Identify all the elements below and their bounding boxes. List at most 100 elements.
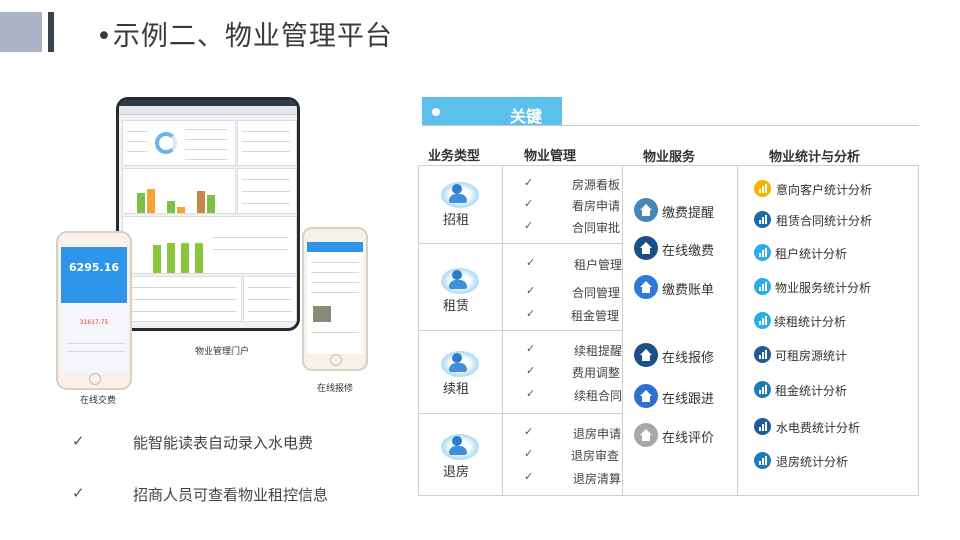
check-icon: ✓ (524, 176, 534, 189)
sub-amount: 31617.75 (79, 319, 109, 326)
bullet-text: 能智能读表自动录入水电费 (133, 434, 314, 452)
home-button (330, 354, 342, 366)
balance-amount: 6295.16 (68, 261, 120, 274)
key-divider (422, 125, 919, 126)
management-item: 看房申请 (572, 199, 621, 213)
column-header-service: 物业服务 (643, 150, 696, 165)
check-icon: ✓ (524, 197, 534, 210)
tablet-portal-mockup (116, 97, 300, 331)
user-icon (441, 182, 479, 208)
service-label: 在线评价 (662, 431, 715, 446)
check-icon: ✓ (72, 432, 85, 450)
management-item: 续租提醒 (574, 344, 622, 358)
photo-thumbnail (313, 306, 331, 322)
stats-chart-icon (754, 180, 771, 197)
portal-caption: 物业管理门户 (195, 347, 250, 357)
detail-panel (243, 276, 297, 322)
statistics-label: 租户统计分析 (775, 247, 848, 261)
column-header-type: 业务类型 (428, 149, 481, 164)
header-accent-bar (48, 12, 54, 52)
payment-phone-screen: 6295.16 31617.75 (61, 247, 127, 372)
check-icon: ✓ (526, 387, 536, 400)
home-icon (634, 198, 658, 222)
row-divider (418, 413, 622, 414)
home-icon (634, 343, 658, 367)
bar-chart-panel (122, 168, 236, 214)
tablet-navbar (119, 106, 297, 115)
home-button (89, 373, 101, 385)
column-divider (622, 165, 623, 496)
management-item: 租户管理 (574, 258, 622, 272)
check-icon: ✓ (526, 342, 536, 355)
repair-header (307, 242, 363, 252)
check-icon: ✓ (524, 219, 534, 232)
bullet-dot-icon (432, 108, 440, 116)
statistics-label: 水电费统计分析 (776, 421, 861, 435)
statistics-label: 租金统计分析 (775, 384, 848, 398)
column-divider (737, 165, 738, 496)
service-label: 缴费提醒 (662, 206, 715, 221)
service-label: 缴费账单 (662, 283, 715, 298)
management-item: 续租合同 (574, 389, 622, 403)
key-tab-label: 关键 (510, 107, 543, 126)
payment-phone-mockup: 6295.16 31617.75 (56, 231, 132, 390)
check-icon: ✓ (72, 484, 85, 502)
donut-chart-icon (155, 132, 177, 154)
check-icon: ✓ (526, 307, 536, 320)
stats-chart-icon (754, 346, 771, 363)
bullet-text: 招商人员可查看物业租控信息 (133, 486, 329, 504)
stats-chart-icon (754, 312, 771, 329)
statistics-label: 物业服务统计分析 (775, 281, 872, 295)
column-header-statistics: 物业统计与分析 (769, 150, 861, 165)
home-icon (634, 236, 658, 260)
home-icon (634, 275, 658, 299)
user-icon (441, 268, 479, 294)
balance-header: 6295.16 (61, 247, 127, 303)
service-label: 在线缴费 (662, 244, 715, 259)
user-icon (441, 351, 479, 377)
repair-caption: 在线报修 (317, 384, 354, 394)
repair-phone-screen (307, 242, 363, 354)
check-icon: ✓ (526, 284, 536, 297)
management-item: 退房清算 (573, 472, 622, 486)
management-item: 退房申请 (573, 427, 622, 441)
slide-title: •示例二、物业管理平台 (96, 21, 393, 52)
calendar-panel (122, 276, 242, 322)
row-divider (418, 330, 622, 331)
type-label: 续租 (443, 382, 470, 397)
check-icon: ✓ (524, 470, 534, 483)
type-label: 退房 (443, 465, 470, 480)
check-icon: ✓ (524, 447, 534, 460)
check-icon: ✓ (526, 256, 536, 269)
stats-chart-icon (754, 452, 771, 469)
service-label: 在线跟进 (662, 392, 715, 407)
column-header-management: 物业管理 (524, 149, 577, 164)
stats-chart-icon (754, 381, 771, 398)
list-panel (237, 168, 297, 214)
header-accent-block (0, 12, 42, 52)
type-label: 招租 (443, 213, 470, 228)
service-label: 在线报修 (662, 351, 715, 366)
user-icon (441, 434, 479, 460)
management-item: 租金管理 (571, 309, 620, 323)
home-icon (634, 384, 658, 408)
home-icon (634, 423, 658, 447)
stats-chart-icon (754, 278, 771, 295)
type-label: 租赁 (443, 299, 470, 314)
trend-chart-panel (122, 216, 297, 274)
check-icon: ✓ (524, 425, 534, 438)
statistics-label: 意向客户统计分析 (776, 183, 873, 197)
management-item: 合同审批 (572, 221, 621, 235)
notice-panel (237, 120, 297, 166)
stats-chart-icon (754, 418, 771, 435)
payment-caption: 在线交费 (80, 396, 117, 406)
management-item: 费用调整 (572, 366, 621, 380)
statistics-label: 可租房源统计 (775, 349, 848, 363)
management-item: 合同管理 (572, 286, 621, 300)
row-divider (418, 243, 622, 244)
check-icon: ✓ (526, 364, 536, 377)
statistics-label: 续租统计分析 (774, 315, 847, 329)
statistics-label: 退房统计分析 (776, 455, 849, 469)
stats-chart-icon (754, 244, 771, 261)
tablet-screen (119, 100, 297, 328)
